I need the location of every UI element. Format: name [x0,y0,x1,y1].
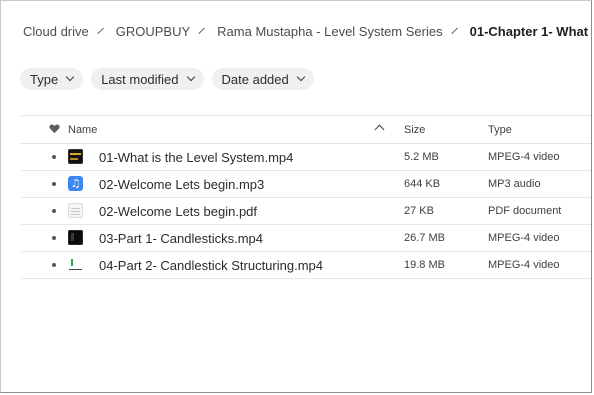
file-size: 19.8 MB [404,259,445,271]
video-thumbnail-icon [68,230,83,245]
file-name[interactable]: 03-Part 1- Candlesticks.mp4 [99,231,263,246]
video-thumbnail-icon [68,257,83,272]
breadcrumb-groupbuy[interactable]: GROUPBUY [116,24,190,39]
type-filter-label: Type [30,71,59,87]
table-row[interactable]: 02-Welcome Lets begin.pdf 27 KB PDF docu… [21,198,591,225]
file-browser-window: Cloud drive GROUPBUY Rama Mustapha - Lev… [0,0,592,393]
chevron-right-icon [97,27,104,35]
file-name[interactable]: 02-Welcome Lets begin.pdf [99,204,257,219]
sort-ascending-icon[interactable] [374,124,385,135]
file-size: 644 KB [404,178,441,190]
breadcrumb: Cloud drive GROUPBUY Rama Mustapha - Lev… [23,22,591,40]
filter-bar: Type Last modified Date added [20,68,314,90]
type-filter-button[interactable]: Type [20,68,84,90]
chevron-right-icon [198,27,205,35]
file-size: 5.2 MB [404,151,439,163]
file-size: 26.7 MB [404,232,445,244]
table-row[interactable]: ♫ 02-Welcome Lets begin.mp3 644 KB MP3 a… [21,171,591,198]
file-name[interactable]: 01-What is the Level System.mp4 [99,150,293,165]
last-modified-filter-button[interactable]: Last modified [91,68,204,90]
table-row[interactable]: 04-Part 2- Candlestick Structuring.mp4 1… [21,252,591,279]
breadcrumb-series-folder[interactable]: Rama Mustapha - Level System Series [217,24,442,39]
file-type: MP3 audio [488,178,541,190]
chevron-down-icon [296,72,305,82]
date-added-filter-button[interactable]: Date added [211,68,314,90]
file-size: 27 KB [404,205,434,217]
table-row[interactable]: 01-What is the Level System.mp4 5.2 MB M… [21,144,591,171]
video-thumbnail-icon [68,149,83,164]
file-type: MPEG-4 video [488,259,560,271]
bullet-dot-icon [52,155,56,159]
breadcrumb-cloud-drive[interactable]: Cloud drive [23,24,89,39]
file-type: MPEG-4 video [488,151,560,163]
audio-file-icon: ♫ [68,176,83,191]
name-column-header[interactable]: Name [68,124,97,136]
last-modified-filter-label: Last modified [101,71,179,87]
breadcrumb-current-folder: 01-Chapter 1- What is a Le [469,23,591,39]
file-type: PDF document [488,205,562,217]
chevron-right-icon [450,27,458,35]
size-column-header[interactable]: Size [404,124,425,136]
type-column-header[interactable]: Type [488,124,512,136]
chevron-down-icon [65,72,75,82]
bullet-dot-icon [52,209,56,213]
file-type: MPEG-4 video [488,232,560,244]
table-header: Name Size Type [21,115,591,144]
bullet-dot-icon [52,182,56,186]
bullet-dot-icon [52,236,56,240]
chevron-down-icon [186,72,195,82]
date-added-filter-label: Date added [221,71,289,87]
favourite-heart-icon[interactable] [49,123,60,134]
file-name[interactable]: 02-Welcome Lets begin.mp3 [99,177,264,192]
table-row[interactable]: 03-Part 1- Candlesticks.mp4 26.7 MB MPEG… [21,225,591,252]
music-note-icon: ♫ [70,177,81,190]
pdf-thumbnail-icon [68,203,83,218]
bullet-dot-icon [52,263,56,267]
file-table: Name Size Type 01-What is the Level Syst… [21,115,591,279]
file-name[interactable]: 04-Part 2- Candlestick Structuring.mp4 [99,258,323,273]
